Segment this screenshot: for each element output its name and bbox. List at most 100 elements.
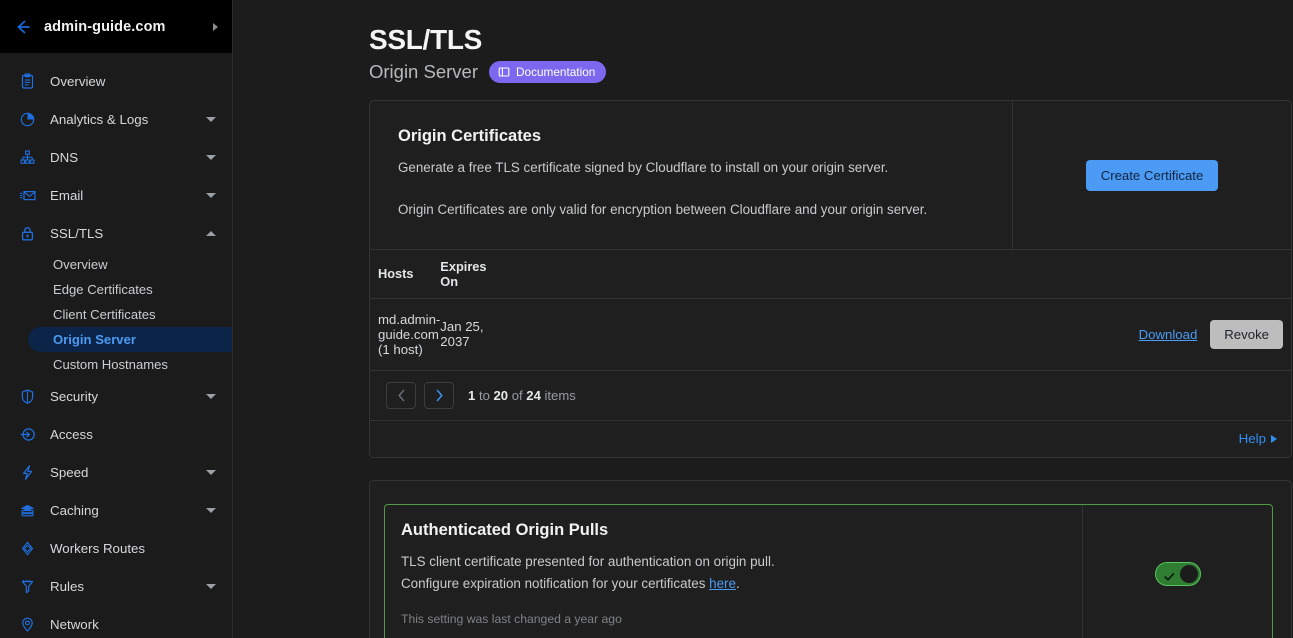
column-header-expires-on: Expires On [440,249,486,298]
row-actions: Download Revoke [487,320,1291,349]
shield-icon [18,387,37,406]
sidebar-item-label: Workers Routes [50,541,232,556]
sidebar-item-email[interactable]: Email [0,176,232,214]
chevron-down-icon[interactable] [206,394,216,399]
sidebar-item-label: Network [50,617,232,632]
pagination-next-button[interactable] [424,382,454,409]
sidebar-subitem-custom-hostnames[interactable]: Custom Hostnames [0,352,232,377]
chevron-left-icon [397,389,406,402]
zone-header: admin-guide.com [0,0,232,53]
sidebar-item-rules[interactable]: Rules [0,567,232,605]
authenticated-origin-pulls-line-2: Configure expiration notification for yo… [401,573,1062,595]
sidebar-subitem-overview[interactable]: Overview [0,252,232,277]
chevron-up-icon[interactable] [206,231,216,236]
help-link[interactable]: Help [1239,431,1277,446]
funnel-icon [18,577,37,596]
origin-certificates-description: Origin Certificates Generate a free TLS … [370,101,1012,249]
chevron-right-icon[interactable] [213,23,218,31]
authenticated-origin-pulls-meta: This setting was last changed a year ago [401,612,1062,626]
pagination: 1 to 20 of 24 items [370,371,1291,420]
origin-certificates-top: Origin Certificates Generate a free TLS … [370,101,1291,249]
sidebar-item-label: Analytics & Logs [50,112,193,127]
page-header: SSL/TLS Origin Server Documentation [233,0,1293,83]
clipboard-icon [18,72,37,91]
authenticated-origin-pulls-line-1: TLS client certificate presented for aut… [401,551,1062,573]
chevron-down-icon[interactable] [206,193,216,198]
download-link[interactable]: Download [1139,327,1198,342]
cell-hosts: md.admin-guide.com (1 host) [370,298,440,370]
documentation-badge-label: Documentation [516,65,595,79]
chevron-down-icon[interactable] [206,508,216,513]
sidebar-item-label: Rules [50,579,193,594]
workers-diamond-icon [18,539,37,558]
chevron-down-icon[interactable] [206,470,216,475]
line-2-prefix: Configure expiration notification for yo… [401,576,709,591]
pagination-prev-button[interactable] [386,382,416,409]
sidebar-item-label: SSL/TLS [50,226,193,241]
sidebar-item-dns[interactable]: DNS [0,138,232,176]
table-row: md.admin-guide.com (1 host) Jan 25, 2037… [370,298,1291,370]
sidebar-item-label: Speed [50,465,193,480]
pagination-total: 24 [526,388,541,403]
documentation-badge[interactable]: Documentation [489,61,606,83]
sidebar-item-ssl-tls[interactable]: SSL/TLS [0,214,232,252]
origin-certificates-paragraph-1: Generate a free TLS certificate signed b… [398,158,982,179]
chevron-right-icon [435,389,444,402]
pagination-range-start: 1 [468,388,475,403]
dns-tree-icon [18,148,37,167]
sidebar-subitem-label: Origin Server [53,332,136,347]
back-arrow-icon[interactable] [14,18,32,36]
page-subtitle: Origin Server [369,61,478,83]
sidebar-item-workers-routes[interactable]: Workers Routes [0,529,232,567]
sidebar-item-access[interactable]: Access [0,415,232,453]
sidebar-item-label: Email [50,188,193,203]
sidebar: admin-guide.com Overview Analytics & Log… [0,0,233,638]
chevron-down-icon[interactable] [206,117,216,122]
column-header-hosts: Hosts [370,249,440,298]
sidebar-item-analytics-and-logs[interactable]: Analytics & Logs [0,100,232,138]
cell-expires-on: Jan 25, 2037 [440,298,486,370]
chevron-down-icon[interactable] [206,584,216,589]
help-link-label: Help [1239,431,1266,446]
zone-name: admin-guide.com [44,19,201,35]
sidebar-subitem-client-certificates[interactable]: Client Certificates [0,302,232,327]
page-subtitle-row: Origin Server Documentation [369,61,1293,83]
revoke-button[interactable]: Revoke [1210,320,1283,349]
page-title: SSL/TLS [369,24,1293,55]
sidebar-item-speed[interactable]: Speed [0,453,232,491]
table-head: Hosts Expires On [370,249,1291,298]
origin-certificates-paragraph-2: Origin Certificates are only valid for e… [398,200,982,221]
sidebar-subitem-edge-certificates[interactable]: Edge Certificates [0,277,232,302]
sidebar-subitem-origin-server[interactable]: Origin Server [28,327,232,352]
create-certificate-button[interactable]: Create Certificate [1086,160,1219,191]
chevron-down-icon[interactable] [206,155,216,160]
pagination-range-end: 20 [494,388,509,403]
sidebar-item-label: DNS [50,150,193,165]
sidebar-item-label: Access [50,427,232,442]
sidebar-subitem-label: Custom Hostnames [53,357,168,372]
main-content: SSL/TLS Origin Server Documentation Orig… [233,0,1293,638]
sidebar-nav: Overview Analytics & Logs DNS [0,53,232,638]
sidebar-subitem-label: Client Certificates [53,307,156,322]
sidebar-item-overview[interactable]: Overview [0,62,232,100]
toggle-knob [1180,565,1198,583]
sidebar-item-caching[interactable]: Caching [0,491,232,529]
padlock-icon [18,224,37,243]
authenticated-origin-pulls-action [1082,505,1272,638]
sidebar-subitem-label: Edge Certificates [53,282,153,297]
envelope-icon [18,186,37,205]
location-pin-icon [18,615,37,634]
line-2-suffix: . [736,576,740,591]
app-root: admin-guide.com Overview Analytics & Log… [0,0,1293,638]
pagination-of-word: of [512,388,523,403]
here-link[interactable]: here [709,576,736,591]
sidebar-item-security[interactable]: Security [0,377,232,415]
authenticated-origin-pulls-heading: Authenticated Origin Pulls [401,521,1062,540]
pagination-to-word: to [479,388,490,403]
origin-certificates-action: Create Certificate [1012,101,1291,249]
authenticated-origin-pulls-toggle[interactable] [1155,562,1201,586]
authenticated-origin-pulls-highlight: Authenticated Origin Pulls TLS client ce… [384,504,1273,638]
sidebar-item-network[interactable]: Network [0,605,232,638]
table-body: md.admin-guide.com (1 host) Jan 25, 2037… [370,298,1291,370]
caching-stack-icon [18,501,37,520]
